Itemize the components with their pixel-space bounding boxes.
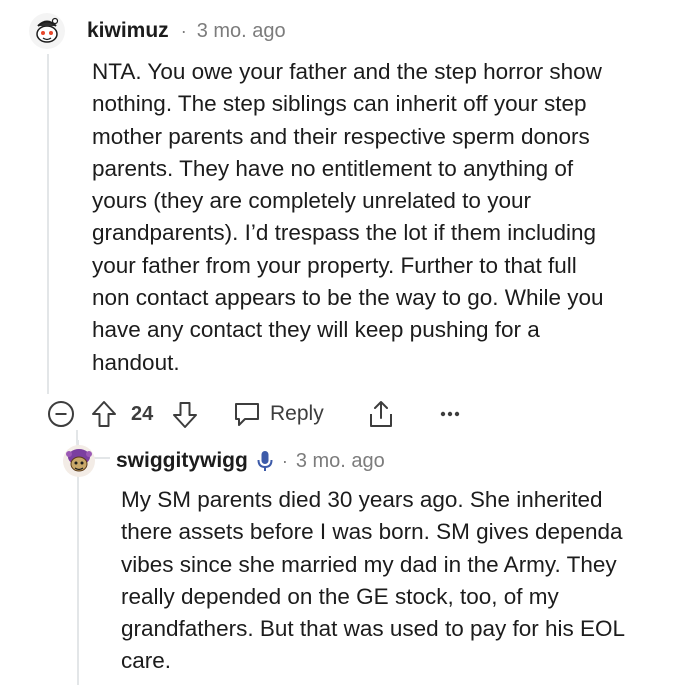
username[interactable]: swiggitywigg bbox=[116, 449, 248, 473]
comment-body-line: non contact appears to be the way to go.… bbox=[92, 285, 604, 311]
comment-body: My SM parents died 30 years ago. She inh… bbox=[121, 484, 691, 678]
comment-body-line: parents. They have no entitlement to any… bbox=[92, 155, 574, 181]
reply-button[interactable]: Reply bbox=[232, 400, 324, 428]
collapse-icon bbox=[48, 401, 74, 427]
comment-body-line: have any contact they will keep pushing … bbox=[92, 317, 540, 343]
comment-swiggitywigg: swiggitywigg · 3 mo. ago bbox=[62, 444, 682, 478]
comment-body-line: yours (they are completely unrelated to … bbox=[92, 188, 531, 214]
comment-body-line: NTA. You owe your father and the step ho… bbox=[92, 59, 602, 84]
collapse-button[interactable] bbox=[47, 400, 75, 428]
meta-separator: · bbox=[281, 450, 288, 471]
comment-body-line: grandparents). I’d trespass the lot if t… bbox=[92, 220, 597, 246]
thread-line-main[interactable] bbox=[47, 54, 49, 394]
share-button[interactable] bbox=[367, 398, 395, 430]
snoo-avatar-icon bbox=[29, 13, 65, 49]
comment-body-line: there assets before I was born. SM gives… bbox=[121, 519, 623, 545]
avatar[interactable] bbox=[62, 444, 96, 478]
timestamp[interactable]: 3 mo. ago bbox=[197, 20, 286, 43]
vote-score: 24 bbox=[131, 403, 154, 425]
snoo-avatar-icon bbox=[63, 445, 95, 477]
comment-body-line: vibes since she married my dad in the Ar… bbox=[121, 551, 617, 577]
comment-body-line: care. bbox=[121, 648, 172, 674]
comment-body: NTA. You owe your father and the step ho… bbox=[92, 56, 692, 379]
upvote-button[interactable] bbox=[90, 399, 118, 429]
more-options-button[interactable] bbox=[440, 410, 460, 418]
comment-header: kiwimuz · 3 mo. ago bbox=[28, 13, 688, 49]
comment-header: swiggitywigg · 3 mo. ago bbox=[62, 444, 682, 478]
more-icon bbox=[440, 411, 460, 417]
comment-body-line: your father from your property. Further … bbox=[92, 252, 577, 278]
comment-body-line: handout. bbox=[92, 349, 180, 375]
comment-kiwimuz: kiwimuz · 3 mo. ago bbox=[28, 13, 688, 49]
username[interactable]: kiwimuz bbox=[87, 19, 169, 43]
reply-bubble-icon bbox=[235, 403, 259, 426]
comment-body-line: mother parents and their respective sper… bbox=[92, 123, 590, 149]
comment-body-line: grandfathers. But that was used to pay f… bbox=[121, 616, 626, 642]
downvote-icon bbox=[173, 402, 197, 428]
timestamp[interactable]: 3 mo. ago bbox=[296, 450, 385, 473]
comment-body-line: really depended on the GE stock, too, of… bbox=[121, 583, 559, 609]
comment-body-line: nothing. The step siblings can inherit o… bbox=[92, 91, 587, 117]
mic-icon bbox=[257, 451, 273, 471]
reply-label: Reply bbox=[270, 402, 324, 425]
share-icon bbox=[370, 401, 392, 427]
avatar[interactable] bbox=[28, 12, 66, 50]
comment-body-line: My SM parents died 30 years ago. She inh… bbox=[121, 487, 603, 512]
meta-separator: · bbox=[180, 20, 187, 41]
downvote-button[interactable] bbox=[171, 400, 199, 430]
upvote-icon bbox=[92, 401, 116, 427]
